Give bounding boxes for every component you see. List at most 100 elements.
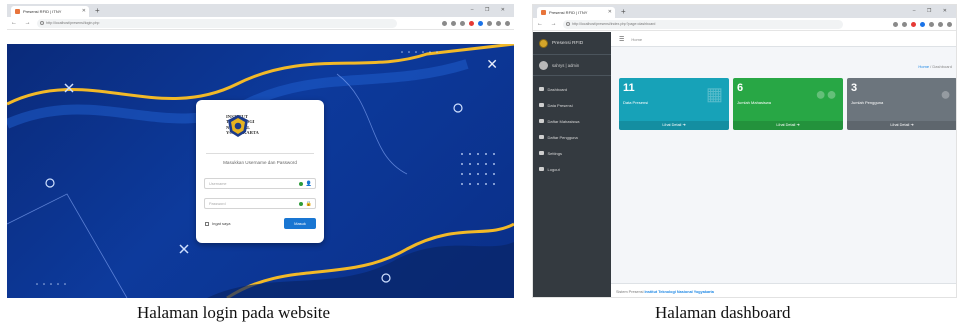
share-icon[interactable] bbox=[451, 21, 456, 26]
sidebar-item-daftar-mahasiswa[interactable]: Daftar Mahasiswa bbox=[533, 113, 611, 129]
footer-prefix: Sistem Presensi bbox=[616, 290, 644, 294]
password-field[interactable]: Password 🔒 bbox=[204, 198, 316, 209]
stat-label: Jumlah Pengguna bbox=[851, 100, 884, 105]
new-tab-button[interactable]: + bbox=[621, 5, 626, 18]
login-background: ✕ INSTITUT TEKNOLOGI NASIONAL YOGYAKARTA… bbox=[7, 44, 514, 298]
puzzle-icon[interactable] bbox=[929, 22, 934, 27]
footer-link[interactable]: Institut Teknologi Nasional Yogyakarta bbox=[645, 290, 714, 294]
tab-title: Presensi RFID | ITNY bbox=[549, 10, 588, 15]
tab-title: Presensi RFID | ITNY bbox=[23, 9, 62, 14]
star-icon[interactable] bbox=[460, 21, 465, 26]
close-icon[interactable]: ✕ bbox=[486, 56, 498, 73]
main-content: ☰ Home Home / Dashboard 11 Data Presensi… bbox=[611, 32, 956, 297]
sidebar-item-settings[interactable]: Settings bbox=[533, 145, 611, 161]
user-icon: 👤 bbox=[305, 181, 312, 187]
brand-name: Presensi RFID bbox=[552, 40, 584, 46]
hamburger-icon[interactable]: ☰ bbox=[619, 36, 624, 43]
stat-label: Data Presensi bbox=[623, 100, 649, 105]
menu-dots-icon[interactable] bbox=[505, 21, 510, 26]
user-panel[interactable]: sahrys | admin bbox=[533, 55, 611, 76]
stat-detail-link[interactable]: Lihat Detail ➜ bbox=[733, 121, 843, 130]
address-bar[interactable]: http://localhost/presensi/login.php bbox=[37, 19, 397, 28]
user-icon: ● bbox=[940, 84, 951, 104]
power-icon bbox=[539, 166, 544, 172]
page-footer: Sistem Presensi Institut Teknologi Nasio… bbox=[611, 283, 956, 297]
autofill-icon[interactable] bbox=[299, 182, 303, 186]
remember-me[interactable]: Ingat saya bbox=[205, 221, 230, 226]
zoom-icon[interactable] bbox=[893, 22, 898, 27]
favicon-icon bbox=[541, 10, 546, 15]
stat-detail-link[interactable]: Lihat Detail ➜ bbox=[619, 121, 729, 130]
sidebar-item-logout[interactable]: Logout bbox=[533, 161, 611, 177]
profile-icon[interactable] bbox=[496, 21, 501, 26]
detail-label: Lihat Detail bbox=[662, 123, 682, 127]
address-bar[interactable]: http://localhost/presensi/index.php?page… bbox=[563, 20, 843, 29]
browser-tab[interactable]: Presensi RFID | ITNY ✕ bbox=[537, 7, 615, 18]
tab-close-icon[interactable]: ✕ bbox=[82, 6, 86, 17]
brand-logo-icon bbox=[539, 38, 548, 48]
detail-label: Lihat Detail bbox=[776, 123, 796, 127]
stat-card-jumlah-mahasiswa: 6 Jumlah Mahasiswa ●● Lihat Detail ➜ bbox=[733, 78, 843, 130]
breadcrumb-home[interactable]: Home bbox=[918, 64, 929, 69]
calendar-icon: ▦ bbox=[705, 84, 723, 104]
autofill-icon[interactable] bbox=[299, 202, 303, 206]
users-icon bbox=[539, 118, 544, 124]
puzzle-icon[interactable] bbox=[487, 21, 492, 26]
stat-detail-link[interactable]: Lihat Detail ➜ bbox=[847, 121, 956, 130]
arrow-circle-icon: ➜ bbox=[910, 123, 914, 127]
stat-number: 11 bbox=[623, 82, 635, 94]
browser-tabbar: Presensi RFID | ITNY ✕ + – ❐ ✕ bbox=[533, 5, 956, 18]
zoom-icon[interactable] bbox=[442, 21, 447, 26]
users-icon: ●● bbox=[815, 84, 837, 104]
extension-red-icon[interactable] bbox=[469, 21, 474, 26]
user-icon bbox=[539, 134, 544, 140]
dashboard-app: Presensi RFID sahrys | admin Dashboard D… bbox=[533, 32, 956, 297]
browser-toolbar: ← → C http://localhost/presensi/login.ph… bbox=[7, 17, 514, 30]
remember-checkbox[interactable] bbox=[205, 221, 209, 226]
extension-blue-icon[interactable] bbox=[920, 22, 925, 27]
dashboard-icon bbox=[539, 86, 544, 92]
url-text: http://localhost/presensi/login.php bbox=[46, 21, 100, 25]
site-info-icon[interactable] bbox=[40, 21, 44, 25]
extension-red-icon[interactable] bbox=[911, 22, 916, 27]
sidebar-item-label: Daftar Mahasiswa bbox=[547, 118, 580, 124]
sidebar-item-label: Daftar Pengguna bbox=[547, 134, 578, 140]
username-field[interactable]: Username 👤 bbox=[204, 178, 316, 189]
breadcrumb: Home / Dashboard bbox=[918, 64, 952, 69]
sidebar-item-daftar-pengguna[interactable]: Daftar Pengguna bbox=[533, 129, 611, 145]
sidebar-menu: Dashboard Data Presensi Daftar Mahasiswa… bbox=[533, 76, 611, 177]
remember-label: Ingat saya bbox=[212, 221, 231, 226]
detail-label: Lihat Detail bbox=[890, 123, 910, 127]
login-screenshot: Presensi RFID | ITNY ✕ + – ❐ ✕ ← → C htt… bbox=[7, 4, 514, 298]
stat-card-data-presensi: 11 Data Presensi ▦ Lihat Detail ➜ bbox=[619, 78, 729, 130]
topnav-home-link[interactable]: Home bbox=[631, 37, 642, 42]
login-card: INSTITUT TEKNOLOGI NASIONAL YOGYAKARTA M… bbox=[196, 100, 324, 243]
caption-dashboard: Halaman dashboard bbox=[655, 303, 791, 322]
stat-card-jumlah-pengguna: 3 Jumlah Pengguna ● Lihat Detail ➜ bbox=[847, 78, 956, 130]
profile-icon[interactable] bbox=[938, 22, 943, 27]
favicon-icon bbox=[15, 9, 20, 14]
calendar-icon bbox=[539, 102, 544, 108]
institution-logo-icon bbox=[228, 115, 248, 137]
browser-tabbar: Presensi RFID | ITNY ✕ + – ❐ ✕ bbox=[7, 4, 514, 17]
login-button[interactable]: Masuk bbox=[284, 218, 316, 229]
sidebar-item-label: Dashboard bbox=[547, 86, 568, 92]
star-icon[interactable] bbox=[902, 22, 907, 27]
window-controls[interactable]: – ❐ ✕ bbox=[913, 5, 952, 18]
site-info-icon[interactable] bbox=[566, 22, 570, 26]
browser-tab[interactable]: Presensi RFID | ITNY ✕ bbox=[11, 6, 89, 17]
user-name: sahrys | admin bbox=[552, 62, 580, 68]
gear-icon bbox=[539, 150, 544, 156]
tab-close-icon[interactable]: ✕ bbox=[608, 7, 612, 18]
stat-number: 3 bbox=[851, 82, 858, 94]
sidebar-item-dashboard[interactable]: Dashboard bbox=[533, 81, 611, 97]
brand[interactable]: Presensi RFID bbox=[533, 32, 611, 55]
menu-dots-icon[interactable] bbox=[947, 22, 952, 27]
window-controls[interactable]: – ❐ ✕ bbox=[471, 4, 510, 17]
divider bbox=[206, 153, 314, 154]
new-tab-button[interactable]: + bbox=[95, 4, 100, 17]
sidebar-item-data-presensi[interactable]: Data Presensi bbox=[533, 97, 611, 113]
stat-number: 6 bbox=[737, 82, 744, 94]
extension-blue-icon[interactable] bbox=[478, 21, 483, 26]
sidebar-item-label: Logout bbox=[547, 166, 560, 172]
